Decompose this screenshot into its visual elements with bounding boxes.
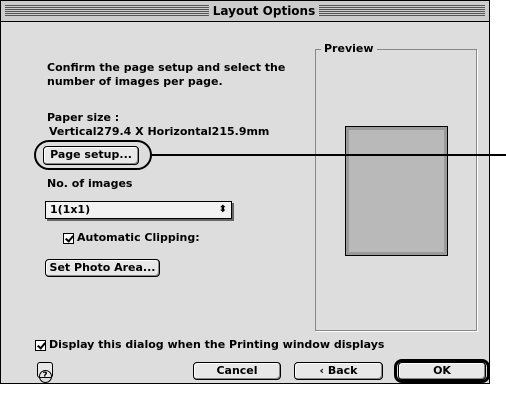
instructions-line-2: number of images per page.: [47, 75, 223, 88]
title-bar-stripes-right: [319, 5, 485, 16]
updown-arrows-icon: ⬍: [218, 204, 227, 215]
help-button[interactable]: ?: [37, 362, 53, 383]
back-button[interactable]: ‹ Back: [294, 362, 383, 380]
number-of-images-select[interactable]: 1(1x1) ⬍: [45, 201, 232, 219]
display-dialog-checkbox[interactable]: [35, 340, 46, 351]
preview-label: Preview: [321, 42, 377, 56]
window-title: Layout Options: [209, 3, 319, 19]
preview-paper: [345, 126, 448, 256]
instructions-line-1: Confirm the page setup and select the: [47, 61, 286, 74]
display-dialog-label: Display this dialog when the Printing wi…: [49, 338, 385, 351]
callout-line: [152, 154, 506, 156]
number-of-images-value: 1(1x1): [50, 203, 91, 216]
title-bar-stripes-left: [5, 5, 209, 16]
title-bar[interactable]: Layout Options: [1, 1, 489, 22]
set-photo-area-button[interactable]: Set Photo Area...: [45, 259, 160, 277]
help-icon: ?: [38, 370, 52, 383]
paper-size-value: Vertical279.4 X Horizontal215.9mm: [49, 125, 270, 138]
automatic-clipping-label: Automatic Clipping:: [77, 231, 200, 244]
ok-button[interactable]: OK: [398, 362, 486, 380]
number-of-images-label: No. of images: [47, 177, 133, 190]
layout-options-dialog: Layout Options Confirm the page setup an…: [0, 0, 490, 384]
callout-ring: [34, 140, 152, 170]
paper-size-label: Paper size :: [47, 111, 120, 124]
automatic-clipping-checkbox[interactable]: [63, 233, 74, 244]
preview-image-area: [349, 130, 444, 252]
cancel-button[interactable]: Cancel: [193, 362, 281, 380]
